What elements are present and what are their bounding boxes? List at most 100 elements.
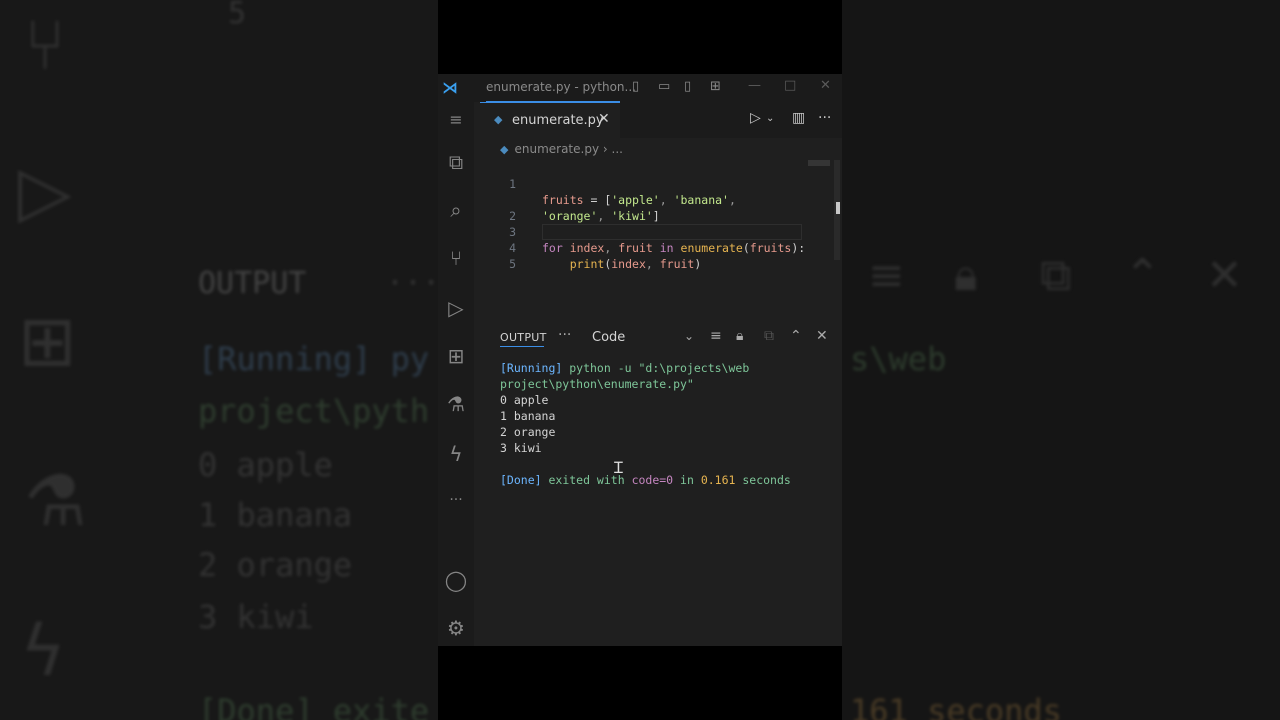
more-actions-icon[interactable]: ··· <box>818 110 831 126</box>
token: fruit <box>659 257 695 271</box>
maximize-icon[interactable]: □ <box>784 78 796 93</box>
background-bottom <box>438 646 842 720</box>
exit-code: code=0 <box>631 473 674 487</box>
breadcrumb-file[interactable]: enumerate.py <box>514 142 599 156</box>
token: ] <box>652 209 660 223</box>
window-close-icon[interactable]: ✕ <box>820 78 831 93</box>
menu-icon[interactable]: ≡ <box>444 108 468 132</box>
run-dropdown-chevron-icon[interactable]: ⌄ <box>766 113 774 124</box>
ghost-dots: ··· <box>386 266 441 301</box>
background-top <box>438 0 842 74</box>
ghost-line-number: 5 <box>228 0 247 31</box>
ghost-row-2: 2 orange <box>198 546 353 584</box>
output-channel-select[interactable]: Code <box>592 330 625 345</box>
output-row: 1 banana <box>500 409 556 423</box>
scrollbar-cursor-marker <box>836 202 840 214</box>
ghost-branch-icon: ⑂ <box>24 4 66 86</box>
breadcrumb[interactable]: ◆ enumerate.py › ... <box>500 142 623 156</box>
open-output-editor-icon[interactable]: ⧉ <box>764 328 774 344</box>
code-line: 5 <box>502 240 544 271</box>
breadcrumb-python-icon: ◆ <box>500 143 509 156</box>
token: , <box>728 193 736 207</box>
python-file-icon: ◆ <box>494 113 503 126</box>
ghost-row-3: 3 kiwi <box>198 598 314 636</box>
toggle-primary-sidebar-icon[interactable]: ▯ <box>632 79 639 94</box>
thunder-client-icon[interactable]: ϟ <box>444 442 468 466</box>
token: , <box>604 241 619 255</box>
window-title: enumerate.py - python... <box>486 80 636 94</box>
minimap[interactable] <box>808 160 830 166</box>
line-number: 5 <box>509 257 516 271</box>
ghost-flask-icon: ⚗ <box>24 460 87 542</box>
vscode-window: ⋊ enumerate.py - python... ▯ ▭ ▯ ⊞ — □ ✕… <box>438 74 842 646</box>
tab-enumerate-py[interactable]: ◆ enumerate.py ✕ <box>480 102 620 138</box>
ghost-project: project\pyth <box>198 392 430 430</box>
token: fruit <box>618 241 653 255</box>
text-cursor-icon: Ɪ <box>614 458 623 477</box>
panel-header: OUTPUT ··· Code ⌄ ≡ 🔒︎ ⧉ ⌃ ✕ <box>480 324 842 350</box>
token: fruits <box>542 193 584 207</box>
lock-scroll-icon[interactable]: 🔒︎ <box>736 328 743 344</box>
minimize-icon[interactable]: — <box>748 78 761 93</box>
output-row: 2 orange <box>500 425 556 439</box>
toggle-secondary-sidebar-icon[interactable]: ▯ <box>684 79 691 94</box>
token: in <box>652 241 681 255</box>
token: 'apple' <box>611 193 660 207</box>
account-icon[interactable]: ◯ <box>444 568 468 592</box>
testing-icon[interactable]: ⚗ <box>444 392 468 416</box>
tab-label: enumerate.py <box>512 113 604 128</box>
ghost-lock-icon: 🔒︎ <box>954 250 978 301</box>
run-python-file-icon[interactable]: ▷ <box>750 110 761 126</box>
clear-output-icon[interactable]: ≡ <box>710 328 722 344</box>
search-icon[interactable]: ⌕ <box>444 198 468 222</box>
output-row: 3 kiwi <box>500 441 542 455</box>
breadcrumb-more[interactable]: ... <box>612 142 623 156</box>
token: fruits <box>749 241 792 255</box>
output-panel: OUTPUT ··· Code ⌄ ≡ 🔒︎ ⧉ ⌃ ✕ [Running] p… <box>480 324 842 646</box>
title-bar: ⋊ enumerate.py - python... ▯ ▭ ▯ ⊞ — □ ✕ <box>438 74 842 103</box>
toggle-panel-icon[interactable]: ▭ <box>658 79 670 94</box>
token: index <box>611 257 646 271</box>
chevron-down-icon[interactable]: ⌄ <box>684 329 694 343</box>
tab-close-icon[interactable]: ✕ <box>598 111 610 127</box>
done-tag: [Done] <box>500 473 542 487</box>
token: ( <box>742 241 750 255</box>
explorer-icon[interactable]: ⧉ <box>444 150 468 174</box>
ghost-copy-icon: ⧉ <box>1040 250 1072 301</box>
maximize-panel-chevron-up-icon[interactable]: ⌃ <box>790 328 802 344</box>
ghost-seconds: 161 seconds <box>850 692 1062 720</box>
code-line: 1 fruits = ['apple', 'banana', <box>502 160 736 207</box>
token: ): <box>791 241 806 255</box>
token: = [ <box>583 193 612 207</box>
settings-gear-icon[interactable]: ⚙ <box>444 616 468 640</box>
split-editor-icon[interactable]: ▥ <box>792 110 805 126</box>
customize-layout-icon[interactable]: ⊞ <box>710 79 721 94</box>
vscode-logo-icon: ⋊ <box>442 78 458 97</box>
tab-output[interactable]: OUTPUT <box>500 331 547 344</box>
token: for <box>542 241 563 255</box>
tab-output-underline <box>500 346 544 347</box>
ghost-clear-icon: ≡ <box>868 250 905 301</box>
token: 'kiwi' <box>611 209 653 223</box>
extensions-icon[interactable]: ⊞ <box>444 344 468 368</box>
close-panel-icon[interactable]: ✕ <box>816 328 828 344</box>
activity-bar: ≡ ⧉ ⌕ ⑂ ▷ ⊞ ⚗ ϟ ··· ◯ ⚙ <box>438 102 474 646</box>
running-tag: [Running] <box>500 361 563 375</box>
code-line: 4 print(index, fruit) <box>502 224 701 271</box>
token: , <box>597 209 612 223</box>
editor-tab-bar: ◆ enumerate.py ✕ ▷ ⌄ ▥ ··· <box>480 102 842 138</box>
ghost-row-1: 1 banana <box>198 496 353 534</box>
done-text: seconds <box>735 473 791 487</box>
ghost-output-label: OUTPUT <box>198 266 307 301</box>
code-line: 2 <box>502 192 544 223</box>
code-line: 3 for index, fruit in enumerate(fruits): <box>502 208 805 255</box>
more-views-icon[interactable]: ··· <box>444 488 468 512</box>
output-line: project\python\enumerate.py" <box>500 377 694 391</box>
run-debug-icon[interactable]: ▷ <box>444 296 468 320</box>
token: enumerate <box>680 241 743 255</box>
source-control-icon[interactable]: ⑂ <box>444 246 468 270</box>
ghost-chevron-up-icon: ⌃ <box>1124 250 1161 301</box>
current-line-highlight <box>542 224 802 240</box>
token: print <box>542 257 605 271</box>
panel-more-icon[interactable]: ··· <box>558 327 571 343</box>
